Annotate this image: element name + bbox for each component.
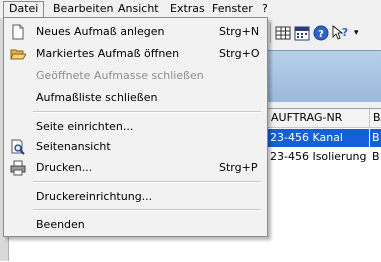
column-header-ba[interactable]: BA (370, 109, 381, 127)
toolbar-overflow-button[interactable]: ▾ (354, 27, 370, 43)
menu-item-label: Druckereinrichtung... (36, 190, 153, 203)
menu-item-new-aufmass[interactable]: Neues Aufmaß anlegen Strg+N (5, 21, 266, 43)
menu-item-print[interactable]: Drucken... Strg+P (5, 157, 266, 179)
menu-item-label: Aufmaßliste schließen (36, 91, 158, 104)
context-help-icon[interactable]: ? (332, 25, 348, 41)
menu-bearbeiten[interactable]: Bearbeiten (48, 1, 118, 17)
print-preview-icon (10, 139, 26, 155)
menu-item-shortcut: Strg+N (219, 25, 260, 38)
grid-icon[interactable] (275, 25, 291, 41)
table-row-1-ba[interactable]: B (370, 129, 381, 147)
menu-separator (33, 111, 261, 113)
file-menu-dropdown: Neues Aufmaß anlegen Strg+N Markiertes A… (3, 17, 268, 237)
table-row-2-auftrag[interactable]: 23-456 Isolierung (268, 148, 369, 166)
printer-icon (10, 160, 26, 176)
menu-item-printer-setup[interactable]: Druckereinrichtung... (5, 186, 266, 208)
menu-extras[interactable]: Extras (165, 1, 210, 17)
new-document-icon (10, 24, 26, 40)
menu-separator (33, 181, 261, 183)
menu-item-label: Markiertes Aufmaß öffnen (36, 47, 180, 60)
menu-item-close-aufmassliste[interactable]: Aufmaßliste schließen (5, 87, 266, 109)
menu-item-close-open-aufmasse: Geöffnete Aufmasse schließen (5, 65, 266, 87)
open-folder-icon (10, 46, 26, 62)
table-row-1-auftrag[interactable]: 23-456 Kanal (268, 129, 369, 147)
menu-item-page-setup[interactable]: Seite einrichten... (5, 116, 266, 138)
menubar: Datei Bearbeiten Ansicht Extras Fenster … (0, 0, 381, 18)
menu-help[interactable]: ? (257, 1, 273, 17)
menu-item-label: Seite einrichten... (36, 120, 134, 133)
menu-item-print-preview[interactable]: Seitenansicht (5, 136, 266, 158)
menu-item-label: Beenden (36, 218, 85, 231)
toolbar: ? ? ▾ (268, 19, 381, 47)
menu-item-open-aufmass[interactable]: Markiertes Aufmaß öffnen Strg+O (5, 43, 266, 65)
menu-item-exit[interactable]: Beenden (5, 214, 266, 236)
help-icon[interactable]: ? (313, 25, 329, 41)
menu-datei[interactable]: Datei (3, 1, 45, 17)
svg-text:?: ? (342, 26, 348, 39)
menu-item-shortcut: Strg+O (219, 47, 260, 60)
menu-item-label: Seitenansicht (36, 140, 111, 153)
menu-item-shortcut: Strg+P (219, 161, 258, 174)
menu-item-label: Neues Aufmaß anlegen (36, 25, 165, 38)
table-row-2-ba[interactable]: B (370, 148, 381, 166)
menu-ansicht[interactable]: Ansicht (113, 1, 164, 17)
menu-separator (33, 209, 261, 211)
menu-fenster[interactable]: Fenster (207, 1, 258, 17)
calendar-icon[interactable] (294, 25, 310, 41)
menu-item-label: Geöffnete Aufmasse schließen (36, 69, 204, 82)
menu-item-label: Drucken... (36, 161, 93, 174)
toolbar-separator (270, 23, 271, 43)
column-header-auftrag-nr[interactable]: AUFTRAG-NR (268, 109, 369, 127)
svg-text:?: ? (318, 29, 324, 40)
